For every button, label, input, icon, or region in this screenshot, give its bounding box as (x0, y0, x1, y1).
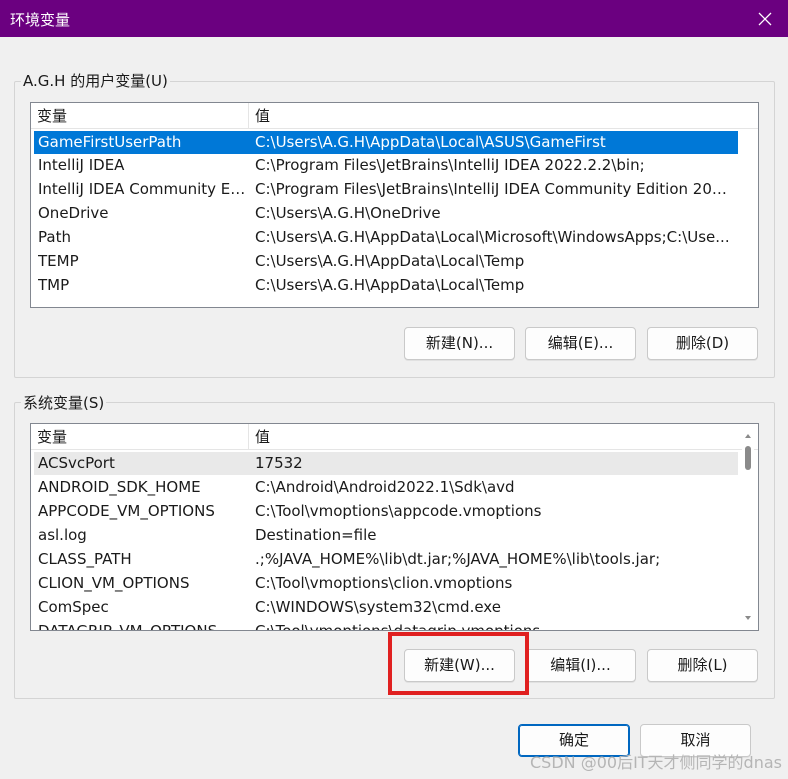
table-row[interactable]: CLION_VM_OPTIONS C:\Tool\vmoptions\clion… (34, 572, 738, 595)
table-row[interactable]: CLASS_PATH .;%JAVA_HOME%\lib\dt.jar;%JAV… (34, 548, 738, 571)
variable-value: Destination=file (255, 526, 377, 544)
variable-name: ANDROID_SDK_HOME (38, 478, 201, 496)
column-header-variable[interactable]: 变量 (31, 103, 249, 129)
close-button[interactable] (742, 0, 788, 37)
table-row[interactable]: IntelliJ IDEA Community Ed... C:\Program… (34, 178, 738, 201)
vertical-scrollbar[interactable] (742, 426, 754, 628)
close-icon (758, 12, 772, 25)
scroll-thumb[interactable] (745, 446, 751, 470)
variable-name: ACSvcPort (38, 454, 115, 472)
variable-name: APPCODE_VM_OPTIONS (38, 502, 215, 520)
variable-value: C:\Users\A.G.H\AppData\Local\Microsoft\W… (255, 228, 730, 246)
variable-name: TEMP (38, 252, 79, 270)
table-row[interactable]: ComSpec C:\WINDOWS\system32\cmd.exe (34, 596, 738, 619)
variable-value: C:\Tool\vmoptions\appcode.vmoptions (255, 502, 542, 520)
variable-value: C:\Users\A.G.H\AppData\Local\Temp (255, 252, 525, 270)
variable-name: OneDrive (38, 204, 109, 222)
table-row[interactable]: GameFirstUserPath C:\Users\A.G.H\AppData… (34, 131, 738, 154)
variable-value: C:\Users\A.G.H\OneDrive (255, 204, 441, 222)
variable-value: C:\Android\Android2022.1\Sdk\avd (255, 478, 515, 496)
variable-name: IntelliJ IDEA (38, 156, 125, 174)
variable-value: C:\Tool\vmoptions\datagrip.vmoptions (255, 622, 541, 631)
user-delete-button[interactable]: 删除(D) (647, 327, 758, 360)
table-row[interactable]: APPCODE_VM_OPTIONS C:\Tool\vmoptions\app… (34, 500, 738, 523)
user-new-button[interactable]: 新建(N)... (404, 327, 515, 360)
system-edit-button[interactable]: 编辑(I)... (525, 649, 636, 682)
system-variables-list[interactable]: 变量 值 ACSvcPort 17532 ANDROID_SDK_HOME C:… (30, 423, 759, 631)
table-row[interactable]: ANDROID_SDK_HOME C:\Android\Android2022.… (34, 476, 738, 499)
table-row[interactable]: TMP C:\Users\A.G.H\AppData\Local\Temp (34, 274, 738, 297)
system-new-button[interactable]: 新建(W)... (404, 649, 515, 682)
column-header-value[interactable]: 值 (249, 424, 270, 450)
table-row[interactable]: ACSvcPort 17532 (34, 452, 738, 475)
table-row[interactable]: Path C:\Users\A.G.H\AppData\Local\Micros… (34, 226, 738, 249)
user-variables-list[interactable]: 变量 值 GameFirstUserPath C:\Users\A.G.H\Ap… (30, 102, 759, 308)
variable-name: Path (38, 228, 71, 246)
variable-value: C:\Program Files\JetBrains\IntelliJ IDEA… (255, 156, 645, 174)
table-row[interactable]: IntelliJ IDEA C:\Program Files\JetBrains… (34, 154, 738, 177)
variable-name: CLION_VM_OPTIONS (38, 574, 190, 592)
variable-value: C:\Users\A.G.H\AppData\Local\ASUS\GameFi… (255, 133, 606, 151)
variable-name: GameFirstUserPath (38, 133, 182, 151)
scroll-up-icon[interactable] (742, 430, 754, 442)
table-row[interactable]: asl.log Destination=file (34, 524, 738, 547)
variable-name: CLASS_PATH (38, 550, 132, 568)
variable-value: C:\Users\A.G.H\AppData\Local\Temp (255, 276, 525, 294)
user-variables-label: A.G.H 的用户变量(U) (21, 70, 170, 91)
system-delete-button[interactable]: 删除(L) (647, 649, 758, 682)
list-header: 变量 值 (31, 424, 758, 450)
variable-value: .;%JAVA_HOME%\lib\dt.jar;%JAVA_HOME%\lib… (255, 550, 661, 568)
title-bar: 环境变量 (0, 0, 788, 37)
system-variables-label: 系统变量(S) (21, 392, 107, 413)
variable-value: C:\Program Files\JetBrains\IntelliJ IDEA… (255, 180, 735, 198)
table-row[interactable]: OneDrive C:\Users\A.G.H\OneDrive (34, 202, 738, 225)
variable-value: C:\WINDOWS\system32\cmd.exe (255, 598, 501, 616)
column-header-variable[interactable]: 变量 (31, 424, 249, 450)
list-header: 变量 值 (31, 103, 758, 129)
user-edit-button[interactable]: 编辑(E)... (525, 327, 636, 360)
variable-name: DATAGRIP_VM_OPTIONS (38, 622, 218, 631)
watermark: CSDN @00后IT天才侧同学的dnas (530, 753, 782, 772)
variable-name: IntelliJ IDEA Community Ed... (38, 180, 250, 198)
column-header-value[interactable]: 值 (249, 103, 270, 129)
window-title: 环境变量 (10, 11, 71, 29)
variable-value: 17532 (255, 454, 303, 472)
table-row[interactable]: TEMP C:\Users\A.G.H\AppData\Local\Temp (34, 250, 738, 273)
variable-name: asl.log (38, 526, 87, 544)
variable-name: TMP (38, 276, 70, 294)
scroll-down-icon[interactable] (742, 612, 754, 624)
table-row[interactable]: DATAGRIP_VM_OPTIONS C:\Tool\vmoptions\da… (34, 620, 738, 631)
variable-name: ComSpec (38, 598, 109, 616)
variable-value: C:\Tool\vmoptions\clion.vmoptions (255, 574, 513, 592)
